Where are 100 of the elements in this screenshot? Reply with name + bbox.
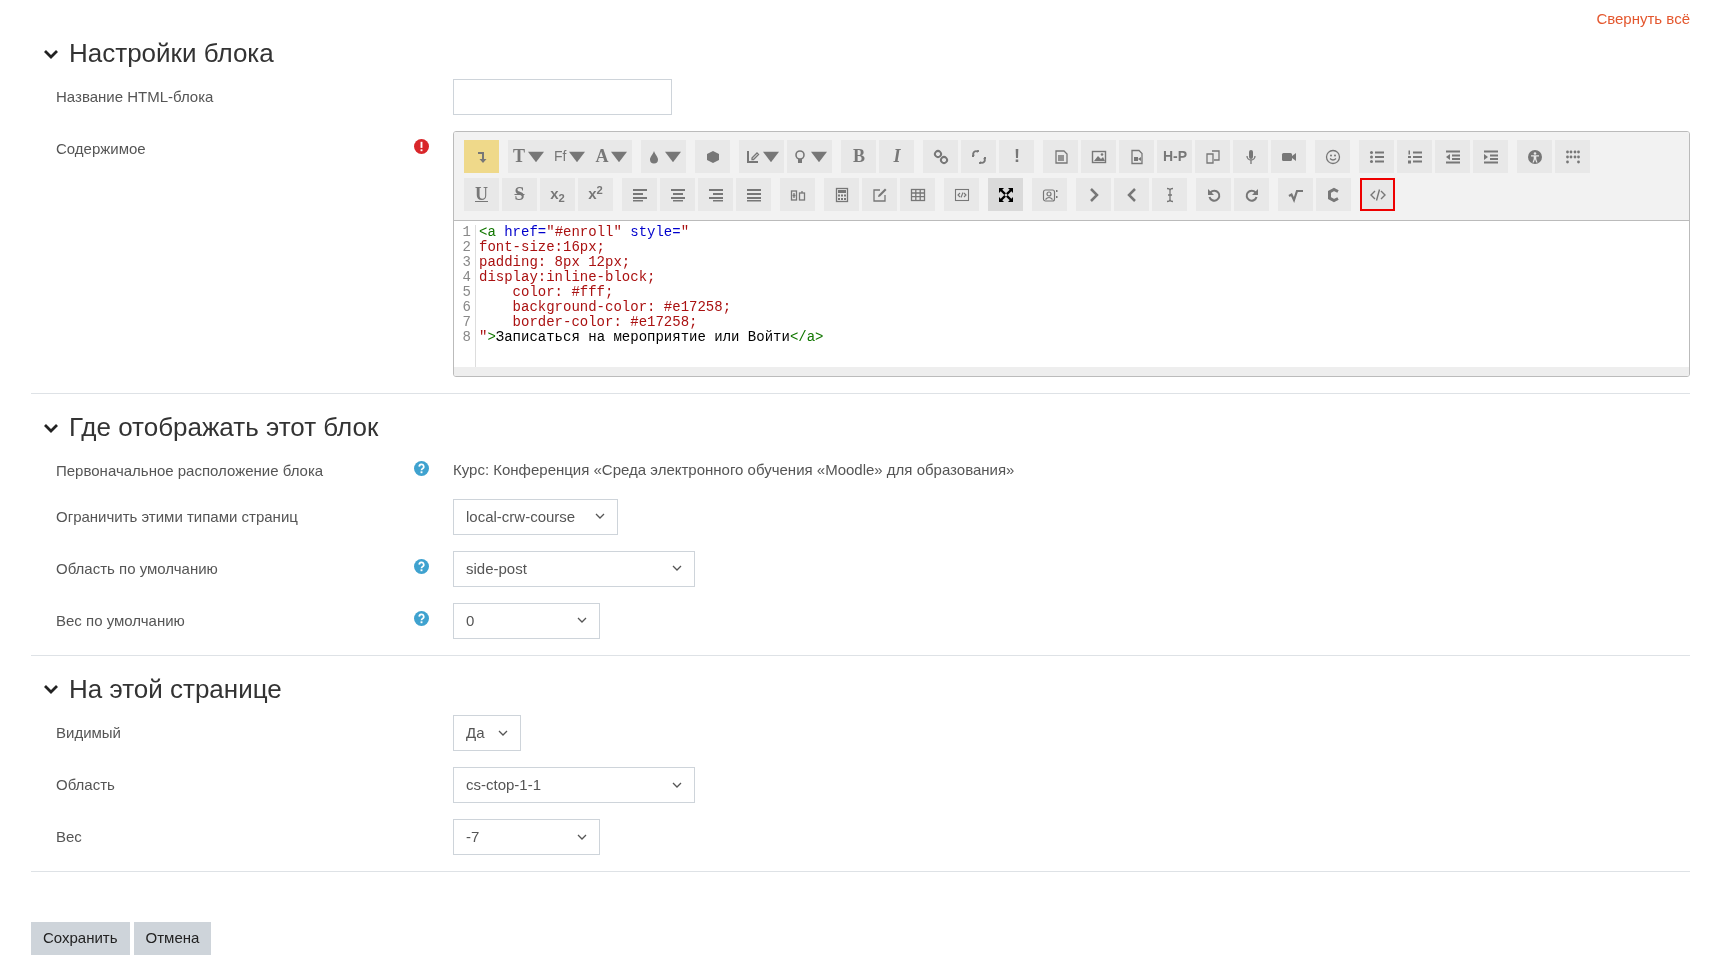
outdent-icon [1444, 148, 1461, 165]
select-dropdown[interactable]: 0 [453, 602, 600, 639]
field-value: Курс: Конференция «Среда электронного обучения «Moodle» для образования» [453, 460, 1016, 481]
cancel-button[interactable]: Отмена [133, 922, 212, 955]
dropdown-caret-icon [577, 617, 587, 625]
code-line: display:inline-block; [479, 270, 657, 286]
chevron-right-button[interactable] [1076, 178, 1111, 212]
numbered-list-button[interactable] [1397, 140, 1433, 174]
calculator-icon [833, 186, 850, 203]
drop-button[interactable] [641, 140, 687, 174]
copy-button[interactable] [1195, 140, 1231, 174]
outdent-button[interactable] [1435, 140, 1471, 174]
text-format-button[interactable]: H-P [1157, 140, 1193, 174]
fullscreen-icon [997, 186, 1014, 203]
code-line: font-size:16px; [479, 240, 607, 256]
save-button[interactable]: Сохранить [31, 922, 130, 955]
fullscreen-button[interactable] [988, 178, 1023, 212]
field-label: Первоначальное расположение блока [56, 461, 325, 482]
smiley-button[interactable] [1315, 140, 1351, 174]
collapse-all-link[interactable]: Свернуть всё [1596, 8, 1690, 38]
line-number: 6 [461, 300, 471, 316]
image-icon [1090, 148, 1107, 165]
select-dropdown[interactable]: cs-ctop-1-1 [453, 767, 695, 804]
help-icon[interactable] [413, 558, 429, 574]
help-icon[interactable] [413, 461, 429, 477]
text-format-button[interactable]: B [841, 140, 877, 174]
section-title[interactable]: Настройки блока [69, 38, 274, 70]
image-button[interactable] [1081, 140, 1117, 174]
indent-button[interactable] [1473, 140, 1509, 174]
square-root-button[interactable] [1278, 178, 1313, 212]
document-button[interactable] [1043, 140, 1079, 174]
field-label: Содержимое [56, 139, 147, 160]
text-format-button[interactable]: I [879, 140, 915, 174]
chevron-left-button[interactable] [1114, 178, 1149, 212]
code-line: padding: 8px 12px; [479, 255, 631, 271]
code-line: color: #fff; [512, 285, 614, 301]
microphone-button[interactable] [1233, 140, 1269, 174]
cube-button[interactable] [695, 140, 731, 174]
accessibility-button[interactable] [1517, 140, 1553, 174]
arrow-button[interactable] [464, 140, 499, 174]
smiley-icon [1324, 148, 1341, 165]
align-right-button[interactable] [698, 178, 733, 212]
link-button[interactable] [923, 140, 959, 174]
font-format-button[interactable]: Ff [549, 140, 591, 174]
align-justify-button[interactable] [736, 178, 771, 212]
code-file-button[interactable] [944, 178, 979, 212]
video-camera-button[interactable] [1271, 140, 1307, 174]
dropdown-caret-icon [595, 513, 605, 521]
select-dropdown[interactable]: side-post [453, 550, 695, 587]
source-code-icon [1369, 186, 1386, 203]
bullet-list-button[interactable] [1359, 140, 1395, 174]
line-number: 1 [461, 225, 471, 241]
select-dropdown[interactable]: -7 [453, 819, 600, 856]
accessibility-icon [1526, 148, 1543, 165]
align-center-button[interactable] [660, 178, 695, 212]
field-label: Вес по умолчанию [56, 610, 186, 631]
font-format-button[interactable]: A [590, 140, 633, 174]
edit-button[interactable] [862, 178, 897, 212]
field-label: Видимый [56, 723, 122, 744]
media-file-icon [1128, 148, 1145, 165]
undo-button[interactable] [1196, 178, 1231, 212]
field-label: Вес [56, 827, 83, 848]
braille-button[interactable] [1555, 140, 1591, 174]
calculator-button[interactable] [824, 178, 859, 212]
text-format-button[interactable]: U [464, 178, 499, 212]
font-format-button[interactable]: T [508, 140, 549, 174]
dropdown-caret-icon [577, 833, 587, 841]
text-format-button[interactable]: S [502, 178, 537, 212]
text-cursor-button[interactable] [1152, 178, 1187, 212]
section-title[interactable]: Где отображать этот блок [69, 412, 379, 444]
indent-icon [1482, 148, 1499, 165]
c-hexagon-button[interactable] [1316, 178, 1351, 212]
code-line: <a href="#enroll" style=" [479, 225, 691, 241]
text-format-button[interactable]: x$^{2}$ [578, 178, 613, 212]
section-title[interactable]: На этой странице [69, 673, 282, 706]
line-number: 3 [461, 255, 471, 271]
dropdown-caret-icon [672, 781, 682, 789]
line-number: 2 [461, 240, 471, 256]
source-code-button[interactable] [1360, 178, 1395, 212]
select-dropdown[interactable]: local-crw-course [453, 498, 618, 535]
code-file-icon [953, 186, 970, 203]
unlink-button[interactable] [961, 140, 997, 174]
image-person-button[interactable] [1032, 178, 1067, 212]
text-format-button[interactable]: ! [999, 140, 1035, 174]
media-file-button[interactable] [1119, 140, 1155, 174]
image-person-icon [1041, 186, 1058, 203]
align-right-icon [707, 186, 724, 203]
text-input-field[interactable] [453, 79, 672, 116]
text-format-button[interactable]: x$_{2}$ [540, 178, 575, 212]
field-label: Ограничить этими типами страниц [56, 506, 299, 527]
braille-icon [1564, 148, 1581, 165]
table-button[interactable] [900, 178, 935, 212]
select-dropdown[interactable]: Да [453, 715, 521, 752]
help-icon[interactable] [413, 610, 429, 626]
unlink-icon [970, 148, 987, 165]
redo-button[interactable] [1234, 178, 1269, 212]
dropdown-caret-icon [672, 565, 682, 573]
field-label: Область по умолчанию [56, 558, 219, 579]
align-left-button[interactable] [622, 178, 657, 212]
bulb-button[interactable] [787, 140, 833, 174]
